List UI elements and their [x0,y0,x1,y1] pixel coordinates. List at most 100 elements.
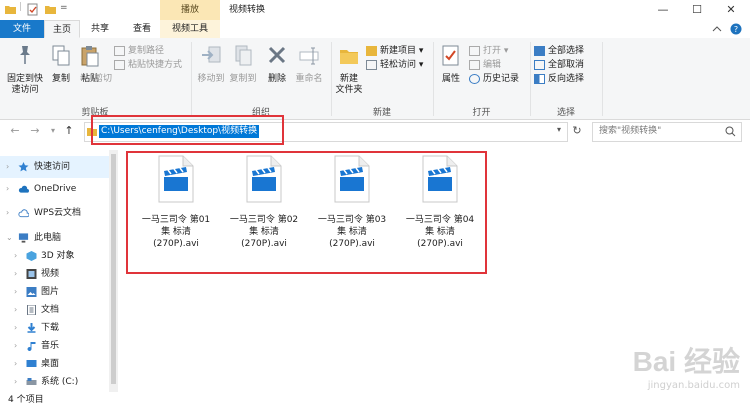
group-divider [602,42,603,116]
up-arrow-icon[interactable]: ↑ [62,124,76,138]
forward-arrow-icon[interactable]: → [28,124,42,138]
history-label: 历史记录 [483,74,520,84]
new-folder-quick-icon[interactable] [44,3,57,16]
select-none-label: 全部取消 [548,60,585,70]
copy-path-button[interactable]: 复制路径 [114,44,188,58]
group-label-new: 新建 [372,108,391,118]
file-name: 一马三司令 第02 集 标清 (270P).avi [229,215,299,249]
pictures-folder-icon [26,287,37,297]
paste-icon [81,46,99,67]
title-bar: | = 播放 视频转换 — ☐ ✕ [0,0,750,20]
pin-label-line1: 固定到快 [6,74,43,84]
history-button[interactable]: 历史记录 [469,72,529,86]
scissors-icon: ✂ [80,73,88,84]
collapse-ribbon-icon[interactable] [712,25,722,33]
new-item-button[interactable]: 新建项目 ▾ [366,44,432,58]
rename-button[interactable]: 重命名 [292,44,326,85]
address-dropdown-icon[interactable]: ▾ [557,125,561,134]
wps-cloud-icon [18,209,29,218]
status-bar: 4 个项目 [0,392,750,409]
move-to-icon [202,46,221,63]
svg-text:?: ? [734,25,738,34]
cut-button[interactable]: ✂ 剪切 [80,72,188,86]
music-icon [27,342,36,351]
nav-item-quick-access[interactable]: › 快速访问 [0,156,118,178]
nav-label: OneDrive [34,184,77,194]
expand-chevron-icon[interactable]: › [6,202,9,224]
navigation-pane-scrollbar[interactable] [109,150,118,392]
history-icon [469,73,480,84]
copy-path-icon [114,45,125,56]
tab-share[interactable]: 共享 [82,20,118,38]
new-folder-label-line1: 新建 [339,74,358,84]
properties-label: 属性 [441,74,460,84]
cloud-icon [18,185,29,193]
new-folder-label-line2: 文件夹 [335,85,363,95]
delete-button[interactable]: 删除 [264,44,290,85]
easy-access-label: 轻松访问 [380,60,417,70]
properties-quick-icon[interactable] [26,3,39,16]
video-file-icon [334,155,370,203]
file-item[interactable]: 一马三司令 第04 集 标清 (270P).avi [397,155,483,265]
search-box[interactable]: 搜索"视频转换" [592,122,742,142]
copy-button[interactable]: 复制 [48,44,74,85]
tab-video-tools[interactable]: 视频工具 [160,20,220,38]
watermark-site: jingyan.baidu.com [647,380,740,391]
item-count: 4 个项目 [8,395,44,405]
cube-icon [26,251,37,261]
copy-icon [52,45,70,66]
cut-label: 剪切 [94,74,113,84]
watermark-brand: Bai 经验 [632,346,740,377]
search-input[interactable]: 搜索"视频转换" [599,125,661,138]
help-icon[interactable]: ? [730,23,742,35]
copy-label: 复制 [51,74,70,84]
back-arrow-icon[interactable]: ← [8,124,22,138]
navigation-pane: › 快速访问 › OneDrive › WPS云文档 ⌄ 此电脑 › 3D 对象… [0,150,118,390]
group-label-select: 选择 [556,108,575,118]
tab-home[interactable]: 主页 [44,20,80,38]
open-label: 打开 [483,46,502,56]
delete-label: 删除 [267,74,286,84]
nav-item-system-c[interactable]: › 系统 (C:) [0,371,118,393]
edit-icon [469,59,480,70]
expand-chevron-icon[interactable]: › [6,156,9,178]
search-icon[interactable] [725,126,736,137]
file-item[interactable]: 一马三司令 第02 集 标清 (270P).avi [221,155,307,265]
copy-path-label: 复制路径 [128,46,165,56]
folder-icon [5,6,16,14]
expand-chevron-icon[interactable]: › [14,371,17,393]
file-item[interactable]: 一马三司令 第03 集 标清 (270P).avi [309,155,395,265]
recent-locations-chevron-icon[interactable]: ▾ [46,124,60,138]
edit-button[interactable]: 编辑 [469,58,529,72]
copy-to-button[interactable]: 复制到 [228,44,258,85]
close-button[interactable]: ✕ [714,0,748,20]
quick-access-dropdown-icon[interactable]: = [60,3,68,13]
open-button[interactable]: 打开 ▾ [469,44,529,58]
easy-access-icon [366,59,377,70]
tab-view[interactable]: 查看 [124,20,160,38]
select-all-button[interactable]: 全部选择 [534,44,600,58]
paste-shortcut-button[interactable]: 粘贴快捷方式 [114,58,188,72]
video-file-icon [158,155,194,203]
minimize-button[interactable]: — [646,0,680,20]
invert-selection-button[interactable]: 反向选择 [534,72,600,86]
nav-label: 系统 (C:) [41,377,79,387]
invert-selection-label: 反向选择 [548,74,585,84]
nav-label: WPS云文档 [34,208,82,218]
nav-item-onedrive[interactable]: › OneDrive [0,178,118,200]
move-to-button[interactable]: 移动到 [196,44,226,85]
scrollbar-thumb[interactable] [111,154,116,384]
easy-access-button[interactable]: 轻松访问 ▾ [366,58,432,72]
pin-quick-access-button[interactable]: 固定到快 速访问 [4,44,46,96]
maximize-button[interactable]: ☐ [680,0,714,20]
file-name: 一马三司令 第01 集 标清 (270P).avi [141,215,211,249]
paste-shortcut-label: 粘贴快捷方式 [128,60,183,70]
refresh-icon[interactable]: ↻ [570,124,584,138]
select-none-button[interactable]: 全部取消 [534,58,600,72]
properties-button[interactable]: 属性 [437,44,465,85]
file-item[interactable]: 一马三司令 第01 集 标清 (270P).avi [133,155,219,265]
nav-item-wps-cloud[interactable]: › WPS云文档 [0,202,118,224]
tab-file[interactable]: 文件 [0,20,44,38]
new-folder-button[interactable]: 新建 文件夹 [334,44,364,96]
expand-chevron-icon[interactable]: › [6,178,9,200]
